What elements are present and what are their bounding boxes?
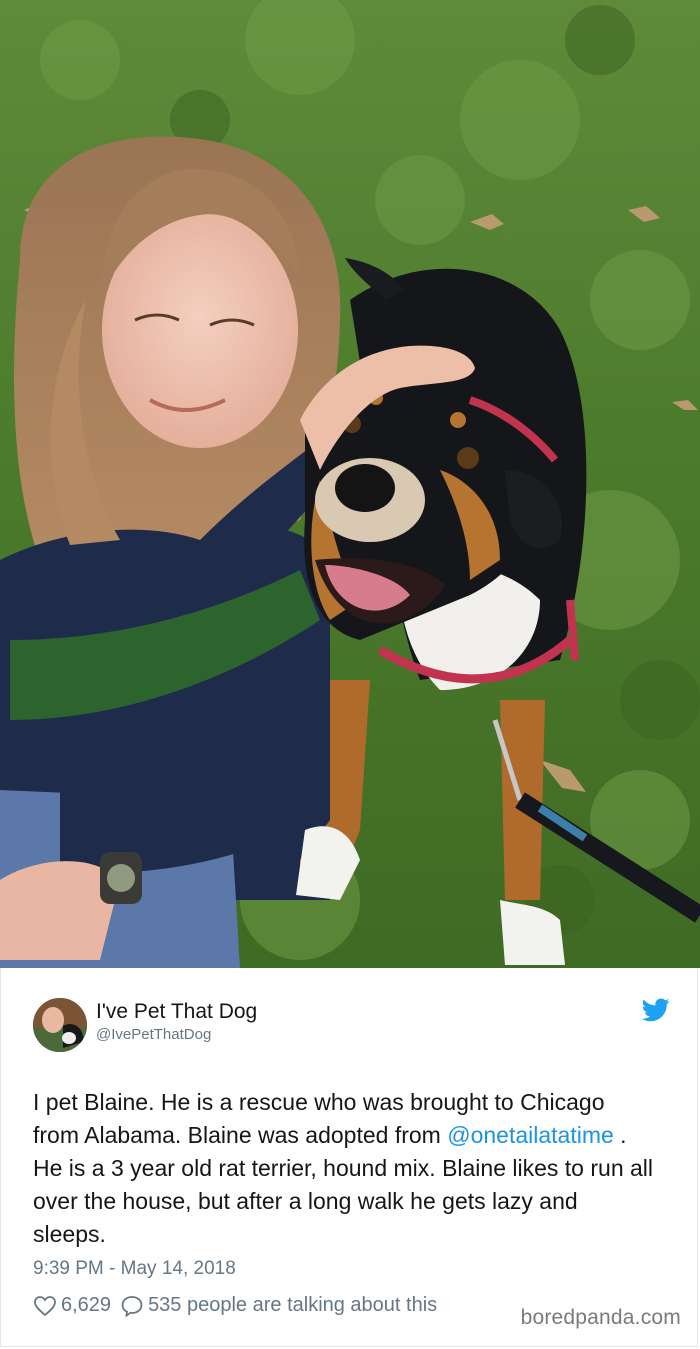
avatar-image xyxy=(33,998,87,1052)
watermark: boredpanda.com xyxy=(520,1306,681,1329)
avatar[interactable] xyxy=(33,998,87,1052)
like-button[interactable]: 6,629 xyxy=(33,1294,111,1317)
user-handle[interactable]: @IvePetThatDog xyxy=(96,1026,211,1043)
tweet-actions: 6,629 535 people are talking about this xyxy=(33,1294,437,1317)
tweet-timestamp[interactable]: 9:39 PM - May 14, 2018 xyxy=(33,1258,236,1280)
heart-icon xyxy=(34,1295,56,1316)
twitter-bird-icon[interactable] xyxy=(642,998,670,1022)
mention-link[interactable]: @onetailatatime xyxy=(447,1122,614,1148)
tweet-photo[interactable] xyxy=(0,0,700,968)
like-count: 6,629 xyxy=(61,1294,112,1316)
reply-button[interactable]: 535 people are talking about this xyxy=(120,1294,437,1317)
replies-text: 535 people are talking about this xyxy=(148,1294,438,1316)
display-name[interactable]: I've Pet That Dog xyxy=(96,1000,257,1024)
photo-girl-petting-dog xyxy=(0,0,700,968)
tweet-text: I pet Blaine. He is a rescue who was bro… xyxy=(33,1086,653,1251)
speech-bubble-icon xyxy=(121,1295,143,1317)
tweet-card: I've Pet That Dog @IvePetThatDog I pet B… xyxy=(0,968,698,1347)
